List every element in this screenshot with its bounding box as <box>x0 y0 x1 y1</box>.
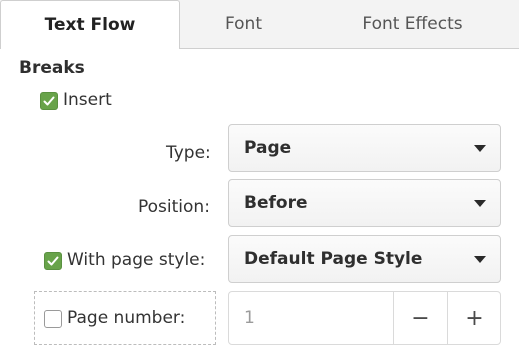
tab-font-effects[interactable]: Font Effects <box>306 0 519 48</box>
type-dropdown[interactable]: Page <box>228 124 501 172</box>
type-value: Page <box>244 138 292 158</box>
chevron-down-icon <box>474 256 486 263</box>
chevron-down-icon <box>474 145 486 152</box>
page-style-dropdown[interactable]: Default Page Style <box>228 235 501 283</box>
breaks-heading: Breaks <box>19 58 85 78</box>
plus-icon: + <box>465 305 484 331</box>
chevron-down-icon <box>474 200 486 207</box>
tab-font-effects-label: Font Effects <box>362 14 463 34</box>
insert-label[interactable]: Insert <box>63 90 112 110</box>
with-page-style-label[interactable]: With page style: <box>67 250 205 270</box>
type-label: Type: <box>166 143 211 163</box>
tab-divider <box>180 48 519 49</box>
increment-button[interactable]: + <box>447 292 501 344</box>
page-number-label[interactable]: Page number: <box>67 308 185 328</box>
position-label: Position: <box>138 197 210 217</box>
page-number-checkbox[interactable] <box>44 310 62 328</box>
tab-font-label: Font <box>224 14 262 34</box>
checkmark-icon <box>43 96 55 106</box>
page-style-value: Default Page Style <box>244 249 423 269</box>
tab-font[interactable]: Font <box>181 0 306 48</box>
checkmark-icon <box>47 256 59 266</box>
decrement-button[interactable]: − <box>393 292 447 344</box>
position-dropdown[interactable]: Before <box>228 179 501 227</box>
position-value: Before <box>244 193 308 213</box>
tab-text-flow[interactable]: Text Flow <box>0 0 180 49</box>
tab-text-flow-label: Text Flow <box>44 15 136 35</box>
with-page-style-checkbox[interactable] <box>44 252 62 270</box>
minus-icon: − <box>411 305 430 331</box>
page-number-input[interactable]: 1 <box>244 308 255 328</box>
page-number-spinbox: 1 − + <box>228 291 501 345</box>
insert-checkbox[interactable] <box>40 92 58 110</box>
